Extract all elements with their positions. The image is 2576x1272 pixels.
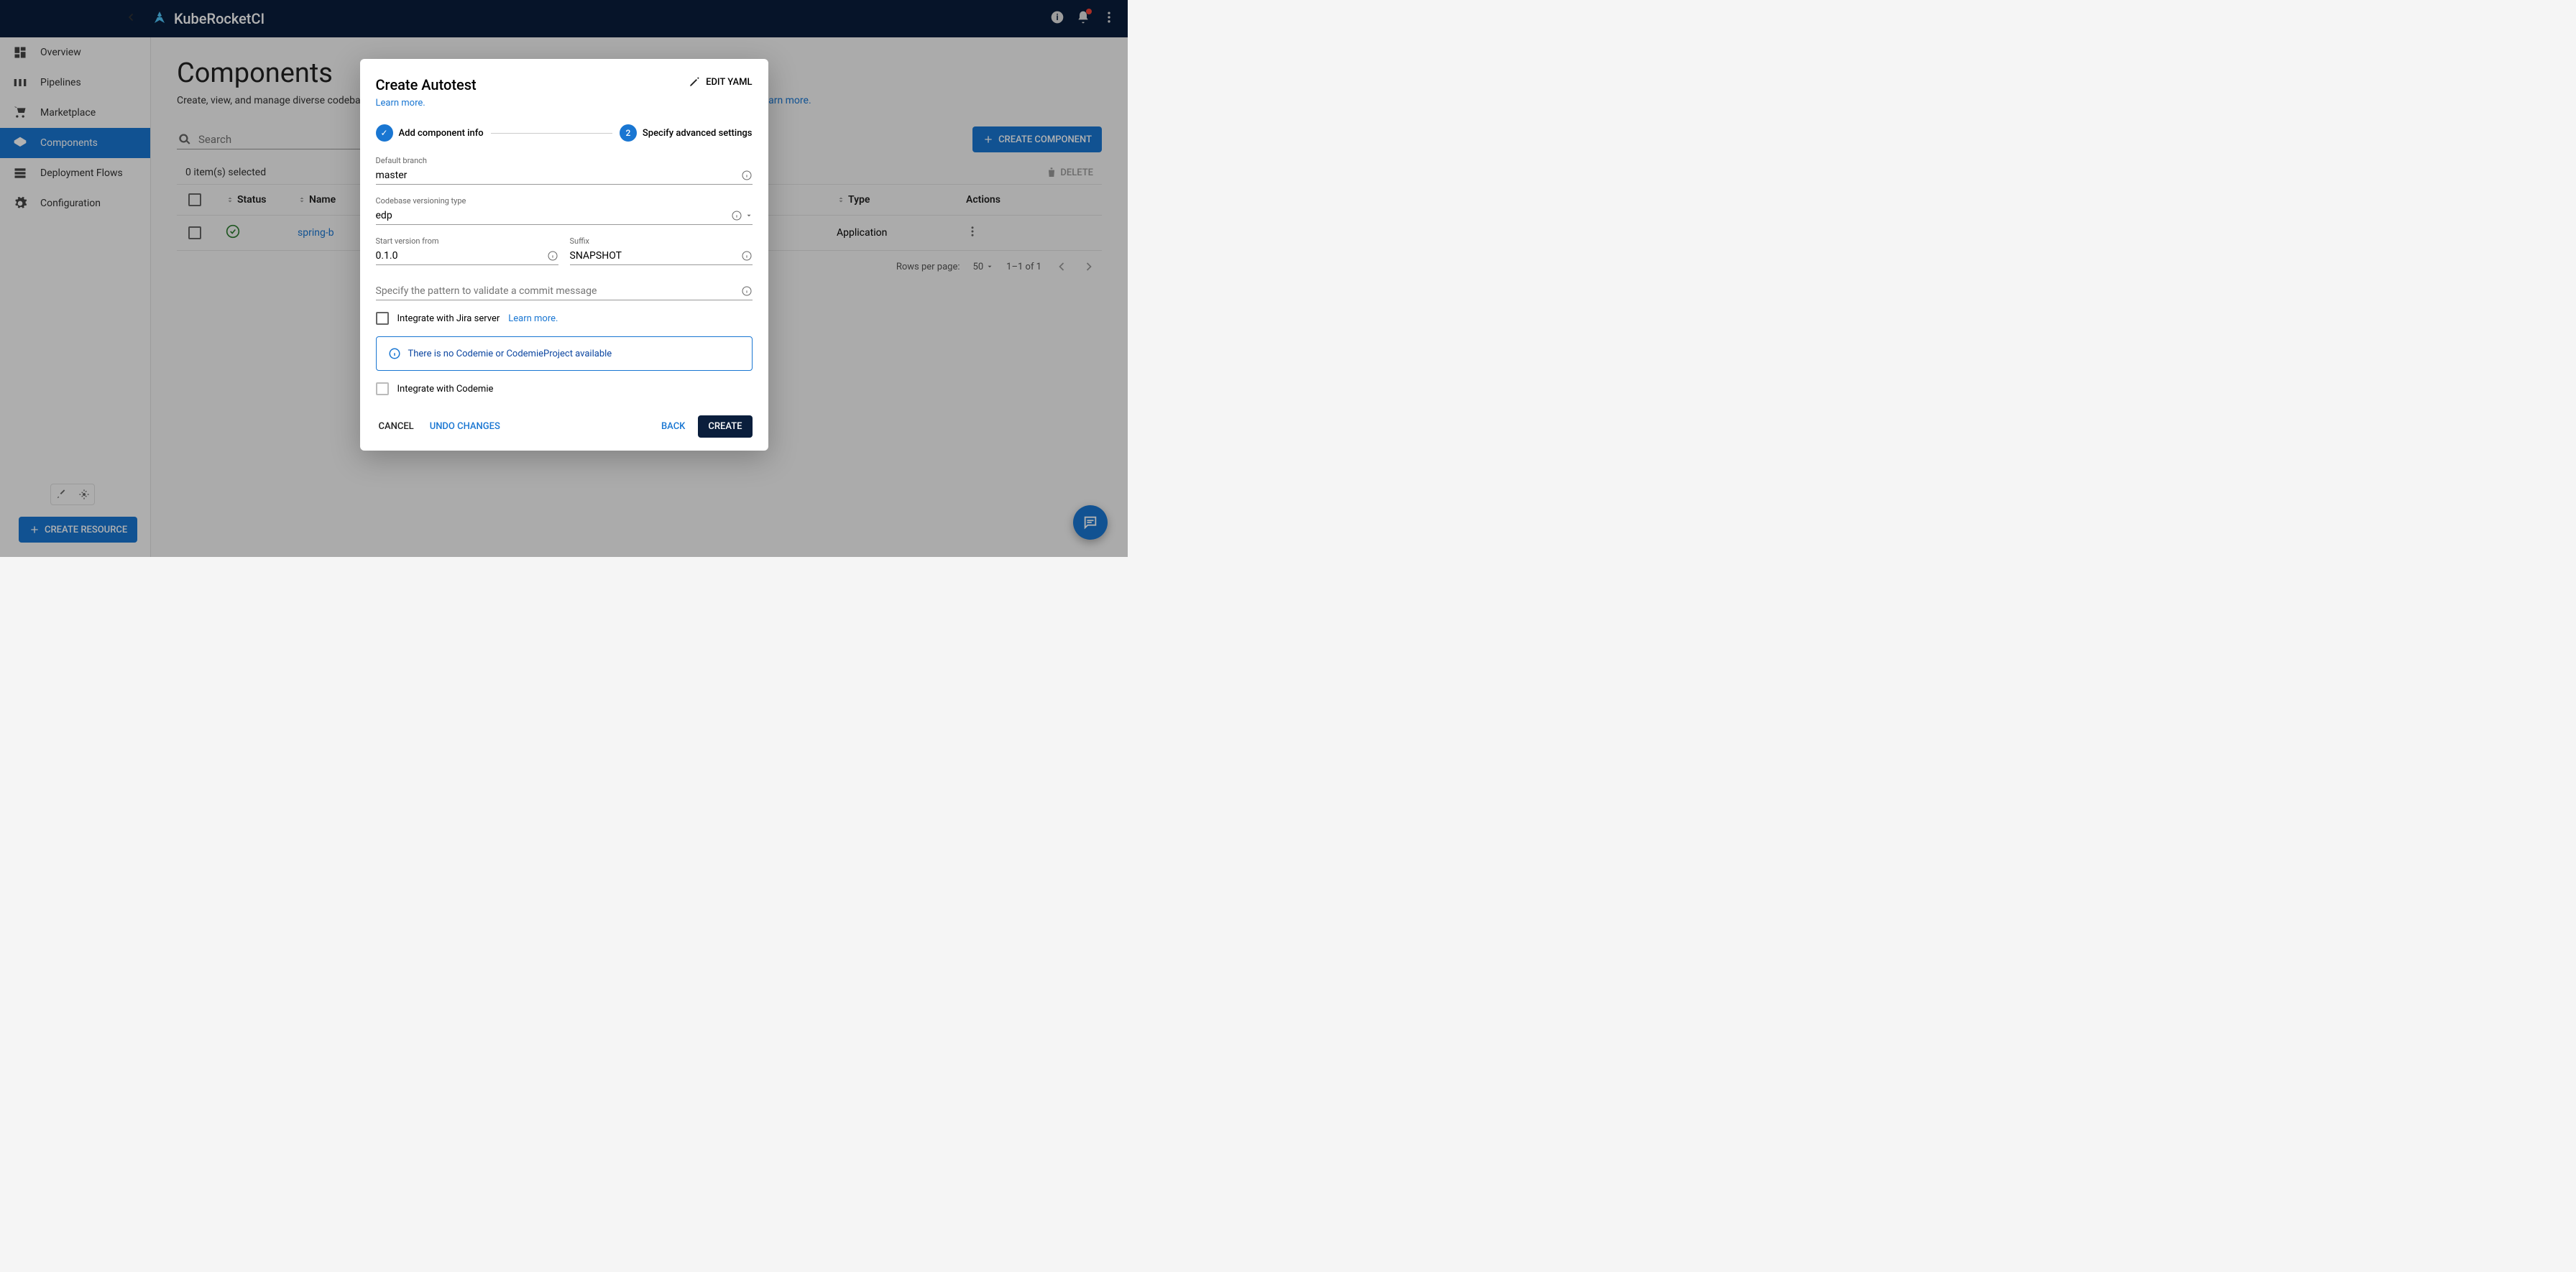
start-version-input[interactable]	[376, 250, 547, 262]
alert-text: There is no Codemie or CodemieProject av…	[408, 349, 612, 359]
info-icon[interactable]	[741, 250, 753, 262]
versioning-type-label: Codebase versioning type	[376, 196, 753, 206]
info-icon[interactable]	[741, 170, 753, 181]
jira-label: Integrate with Jira server	[397, 313, 500, 324]
modal-learn-more-link[interactable]: Learn more.	[376, 98, 426, 109]
info-icon[interactable]	[741, 285, 753, 297]
step-1[interactable]: ✓Add component info	[376, 124, 484, 142]
pencil-icon	[689, 76, 700, 88]
codemie-checkbox[interactable]	[376, 382, 389, 395]
undo-changes-button[interactable]: UNDO CHANGES	[427, 415, 503, 438]
codemie-label: Integrate with Codemie	[397, 384, 494, 395]
start-version-label: Start version from	[376, 236, 558, 246]
create-autotest-modal: Create Autotest EDIT YAML Learn more. ✓A…	[360, 59, 768, 451]
commit-pattern-input[interactable]	[376, 285, 741, 297]
step-connector	[491, 133, 612, 134]
modal-title: Create Autotest	[376, 76, 477, 93]
check-icon: ✓	[376, 124, 393, 142]
codemie-alert: There is no Codemie or CodemieProject av…	[376, 336, 753, 371]
step-number: 2	[620, 124, 637, 142]
jira-checkbox[interactable]	[376, 312, 389, 325]
info-icon	[388, 347, 401, 360]
info-icon[interactable]	[731, 210, 742, 221]
create-button[interactable]: CREATE	[698, 415, 752, 438]
edit-yaml-button[interactable]: EDIT YAML	[689, 76, 752, 88]
info-icon[interactable]	[547, 250, 558, 262]
suffix-input[interactable]	[570, 250, 741, 262]
cancel-button[interactable]: CANCEL	[376, 415, 417, 438]
step-2[interactable]: 2Specify advanced settings	[620, 124, 753, 142]
back-button[interactable]: BACK	[658, 415, 688, 438]
versioning-type-select[interactable]	[376, 210, 731, 221]
default-branch-input[interactable]	[376, 170, 741, 181]
default-branch-label: Default branch	[376, 156, 753, 165]
jira-learn-more-link[interactable]: Learn more.	[508, 313, 558, 324]
suffix-label: Suffix	[570, 236, 753, 246]
chevron-down-icon[interactable]	[745, 212, 753, 219]
